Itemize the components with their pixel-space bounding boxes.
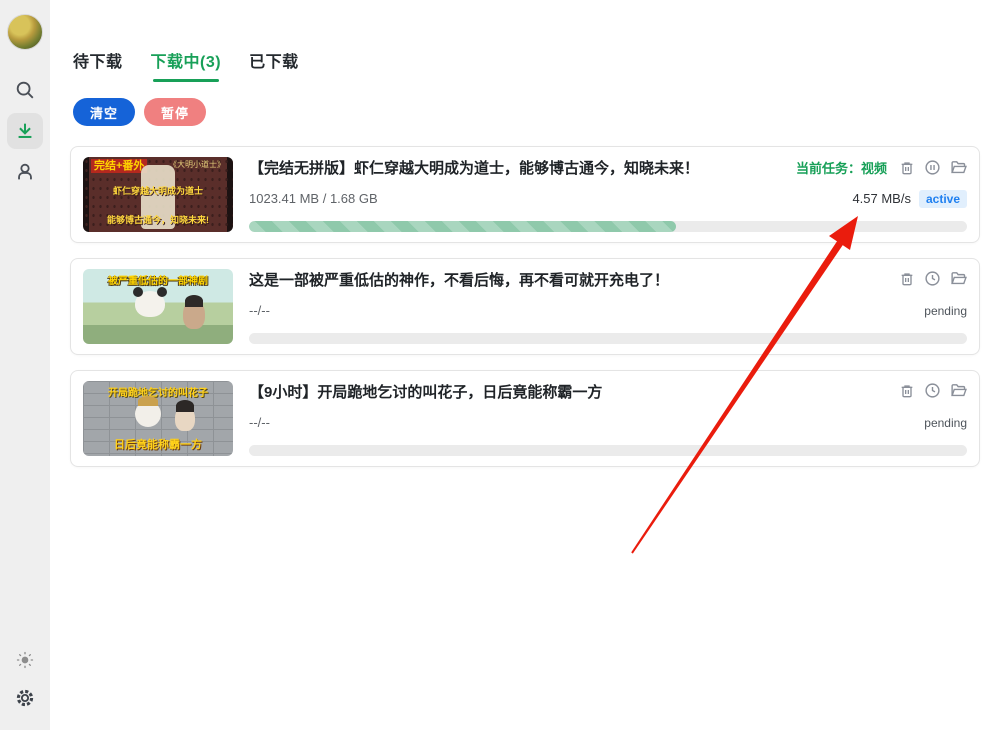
thumb-label: 虾仁穿越大明成为道士 — [83, 184, 233, 197]
pause-circle-icon[interactable] — [924, 159, 941, 176]
thumb-label: 《大明小道士》 — [169, 159, 225, 170]
search-icon — [14, 79, 36, 101]
download-size: --/-- — [249, 303, 270, 318]
pause-all-button[interactable]: 暂停 — [144, 98, 206, 126]
thumb-character — [135, 401, 161, 427]
sidebar-item-theme[interactable] — [7, 642, 43, 678]
thumb-label: 开局跪地乞讨的叫花子 — [83, 384, 233, 399]
sidebar-item-downloads[interactable] — [7, 113, 43, 149]
thumb-character — [175, 405, 195, 431]
sidebar-item-settings[interactable] — [7, 680, 43, 716]
download-title: 【9小时】开局跪地乞讨的叫花子，日后竟能称霸一方 — [249, 381, 602, 402]
progress-bar — [249, 445, 967, 456]
folder-icon[interactable] — [950, 382, 967, 399]
progress-fill — [249, 221, 676, 232]
tab-downloaded[interactable]: 已下载 — [249, 48, 299, 82]
user-icon — [14, 161, 36, 183]
folder-icon[interactable] — [950, 270, 967, 287]
app-window: 待下载 下载中(3) 已下载 清空 暂停 完结+番外 《大明小道士》 虾仁穿越大… — [0, 0, 1000, 730]
clear-button[interactable]: 清空 — [73, 98, 135, 126]
download-size: --/-- — [249, 415, 270, 430]
current-task-label: 当前任务：视频 — [796, 158, 887, 177]
download-card: 被严重低估的一部神剧 这是一部被严重低估的神作，不看后悔，再不看可就开充电了！ — [70, 258, 980, 355]
active-tab-underline — [153, 79, 220, 82]
clock-icon[interactable] — [924, 382, 941, 399]
thumb-label: 日后竟能称霸一方 — [83, 436, 233, 452]
status-text: pending — [924, 304, 967, 318]
thumb-character — [135, 291, 165, 317]
thumb-label: 能够博古通今，知晓未来! — [83, 213, 233, 226]
video-thumbnail[interactable]: 完结+番外 《大明小道士》 虾仁穿越大明成为道士 能够博古通今，知晓未来! — [83, 157, 233, 232]
download-list: 完结+番外 《大明小道士》 虾仁穿越大明成为道士 能够博古通今，知晓未来! 【完… — [70, 146, 980, 467]
folder-icon[interactable] — [950, 159, 967, 176]
thumb-character — [183, 299, 205, 329]
download-title: 这是一部被严重低估的神作，不看后悔，再不看可就开充电了！ — [249, 269, 669, 290]
download-title: 【完结无拼版】虾仁穿越大明成为道士，能够博古通今，知晓未来！ — [249, 157, 699, 178]
tab-downloading[interactable]: 下载中(3) — [151, 48, 222, 82]
tab-bar: 待下载 下载中(3) 已下载 — [73, 48, 1000, 82]
thumb-label: 完结+番外 — [91, 159, 147, 173]
sidebar-item-search[interactable] — [7, 72, 43, 108]
user-avatar[interactable] — [7, 14, 43, 50]
sidebar — [0, 0, 50, 730]
tab-pending-download[interactable]: 待下载 — [73, 48, 123, 82]
download-card: 开局跪地乞讨的叫花子 日后竟能称霸一方 【9小时】开局跪地乞讨的叫花子，日后竟能… — [70, 370, 980, 467]
tab-downloading-label: 下载中(3) — [151, 54, 222, 71]
toolbar: 清空 暂停 — [73, 98, 1000, 126]
trash-icon[interactable] — [898, 159, 915, 176]
video-thumbnail[interactable]: 开局跪地乞讨的叫花子 日后竟能称霸一方 — [83, 381, 233, 456]
download-speed: 4.57 MB/s — [852, 191, 911, 206]
video-thumbnail[interactable]: 被严重低估的一部神剧 — [83, 269, 233, 344]
theme-sun-icon — [15, 650, 35, 670]
progress-bar — [249, 333, 967, 344]
main-content: 待下载 下载中(3) 已下载 清空 暂停 完结+番外 《大明小道士》 虾仁穿越大… — [50, 0, 1000, 730]
thumb-label: 被严重低估的一部神剧 — [83, 272, 233, 287]
clock-icon[interactable] — [924, 270, 941, 287]
download-size: 1023.41 MB / 1.68 GB — [249, 191, 378, 206]
trash-icon[interactable] — [898, 382, 915, 399]
status-badge: active — [919, 190, 967, 208]
status-text: pending — [924, 416, 967, 430]
gear-icon — [14, 687, 36, 709]
sidebar-item-profile[interactable] — [7, 154, 43, 190]
download-card: 完结+番外 《大明小道士》 虾仁穿越大明成为道士 能够博古通今，知晓未来! 【完… — [70, 146, 980, 243]
progress-bar — [249, 221, 967, 232]
trash-icon[interactable] — [898, 270, 915, 287]
download-icon — [14, 120, 36, 142]
